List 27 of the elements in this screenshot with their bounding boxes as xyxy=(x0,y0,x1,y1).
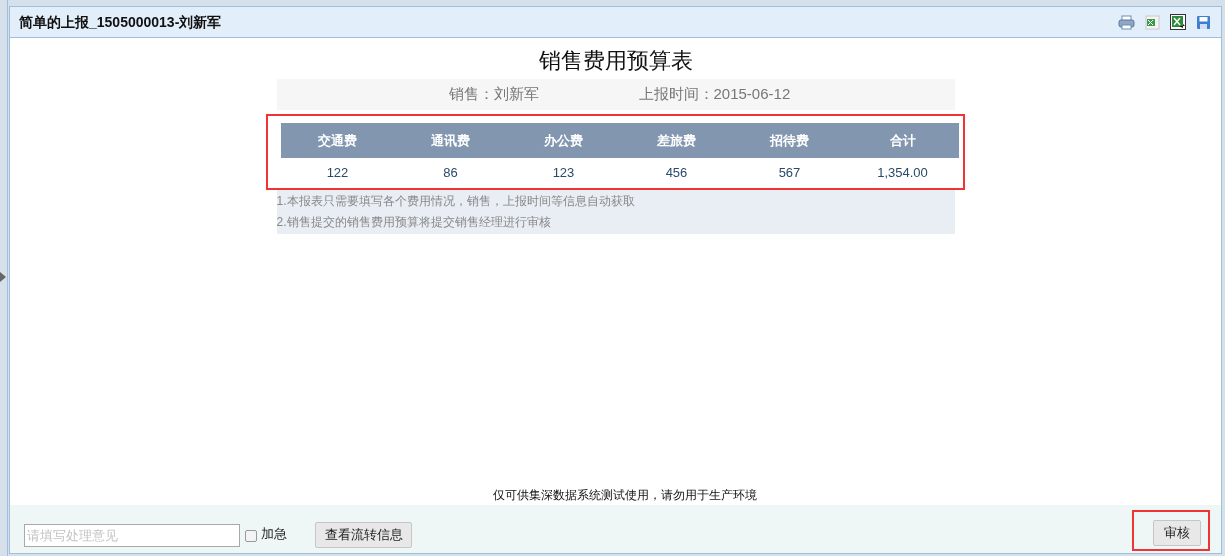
save-icon[interactable] xyxy=(1196,14,1211,30)
column-header: 通讯费 xyxy=(394,123,507,158)
excel-export-icon[interactable] xyxy=(1170,14,1186,30)
urgent-label: 加急 xyxy=(261,524,287,543)
table-cell: 86 xyxy=(394,158,507,187)
report-title: 销售费用预算表 xyxy=(538,47,693,75)
approve-button[interactable]: 审核 xyxy=(1152,519,1201,546)
table-cell: 1,354.00 xyxy=(846,158,959,187)
urgent-checkbox[interactable] xyxy=(245,530,257,542)
notice-text: 仅可供集深数据系统测试使用，请勿用于生产环境 xyxy=(492,487,757,504)
info-text: 上报时间：2015-06-12 xyxy=(638,84,791,105)
table-cell: 567 xyxy=(733,158,846,187)
table-cell: 123 xyxy=(507,158,620,187)
column-header: 交通费 xyxy=(281,123,394,158)
note-text: 2.销售提交的销售费用预算将提交销售经理进行审核 xyxy=(276,214,552,231)
info-text: 销售：刘新军 xyxy=(448,84,539,105)
spreadsheet-icon[interactable] xyxy=(1145,14,1160,30)
window-title: 简单的上报_1505000013-刘新军 xyxy=(19,12,222,32)
note-text: 1.本报表只需要填写各个费用情况，销售，上报时间等信息自动获取 xyxy=(276,193,636,210)
column-header: 办公费 xyxy=(507,123,620,158)
table-cell: 456 xyxy=(620,158,733,187)
column-header: 招待费 xyxy=(733,123,846,158)
print-icon[interactable] xyxy=(1118,14,1135,30)
table-cell: 122 xyxy=(281,158,394,187)
flow-info-button[interactable]: 查看流转信息 xyxy=(315,522,412,548)
column-header: 合计 xyxy=(846,123,959,158)
column-header: 差旅费 xyxy=(620,123,733,158)
